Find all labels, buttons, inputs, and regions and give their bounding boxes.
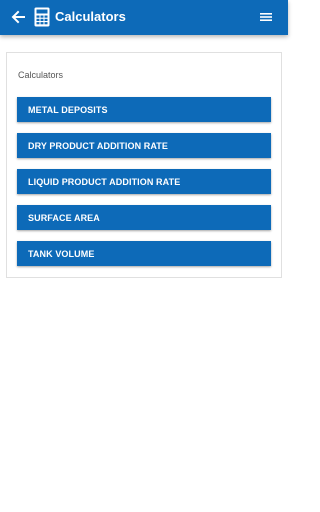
calculator-list: METAL DEPOSITS DRY PRODUCT ADDITION RATE… (17, 97, 271, 277)
metal-deposits-button[interactable]: METAL DEPOSITS (17, 97, 271, 122)
app-bar: Calculators (0, 0, 288, 35)
surface-area-button[interactable]: SURFACE AREA (17, 205, 271, 230)
calculator-icon (34, 7, 50, 27)
menu-button[interactable] (258, 9, 274, 25)
calculators-card: Calculators METAL DEPOSITS DRY PRODUCT A… (6, 52, 282, 278)
back-button[interactable] (9, 8, 27, 26)
card-heading: Calculators (18, 70, 64, 80)
hamburger-menu-icon (260, 13, 272, 21)
dry-product-addition-rate-button[interactable]: DRY PRODUCT ADDITION RATE (17, 133, 271, 158)
liquid-product-addition-rate-button[interactable]: LIQUID PRODUCT ADDITION RATE (17, 169, 271, 194)
tank-volume-button[interactable]: TANK VOLUME (17, 241, 271, 266)
arrow-left-icon (11, 10, 25, 24)
page-title: Calculators (55, 9, 126, 24)
